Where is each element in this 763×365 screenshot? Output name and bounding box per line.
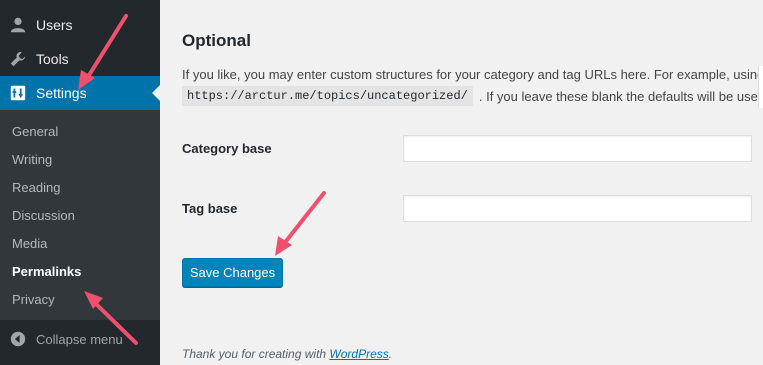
collapse-icon	[0, 331, 36, 347]
settings-submenu: General Writing Reading Discussion Media…	[0, 110, 160, 320]
description-text: If you like, you may enter custom struct…	[182, 67, 763, 82]
footer-text: Thank you for creating with WordPress.	[182, 347, 392, 361]
description-line: https://arctur.me/topics/uncategorized/ …	[182, 86, 763, 106]
description-end: . If you leave these blank the defaults …	[478, 88, 763, 104]
arrow-head	[275, 236, 292, 256]
category-base-label: Category base	[182, 141, 272, 156]
submenu-item-writing[interactable]: Writing	[12, 152, 52, 167]
tag-base-label: Tag base	[182, 201, 238, 216]
arrow-to-save-button	[281, 191, 326, 247]
submenu-item-reading[interactable]: Reading	[12, 180, 60, 195]
tag-base-input[interactable]	[403, 195, 752, 222]
collapse-menu-button[interactable]: Collapse menu	[0, 322, 160, 356]
category-base-input[interactable]	[403, 135, 752, 162]
wrench-icon	[0, 50, 36, 68]
section-heading: Optional	[182, 31, 251, 50]
save-changes-button[interactable]: Save Changes	[182, 258, 283, 287]
submenu-item-discussion[interactable]: Discussion	[12, 208, 75, 223]
menu-item-label: Tools	[36, 51, 69, 67]
admin-sidebar: Users Tools Settings General Writing Rea…	[0, 0, 160, 365]
footer-end: .	[388, 347, 393, 361]
collapse-menu-label: Collapse menu	[36, 331, 123, 347]
menu-item-tools[interactable]: Tools	[0, 42, 160, 76]
example-url-code: https://arctur.me/topics/uncategorized/	[182, 86, 473, 106]
submenu-item-permalinks[interactable]: Permalinks	[12, 264, 81, 279]
footer-thanks: Thank you for creating with	[182, 347, 330, 361]
submenu-item-privacy[interactable]: Privacy	[12, 292, 55, 307]
menu-item-settings[interactable]: Settings	[0, 76, 160, 110]
wordpress-link[interactable]: WordPress	[329, 347, 388, 361]
menu-item-users[interactable]: Users	[0, 8, 160, 42]
settings-icon	[0, 84, 36, 102]
menu-item-label: Settings	[36, 85, 87, 101]
users-icon	[0, 16, 36, 34]
truncated-code-edge	[758, 66, 763, 108]
submenu-item-media[interactable]: Media	[12, 236, 47, 251]
submenu-item-general[interactable]: General	[12, 124, 58, 139]
menu-item-label: Users	[36, 17, 73, 33]
